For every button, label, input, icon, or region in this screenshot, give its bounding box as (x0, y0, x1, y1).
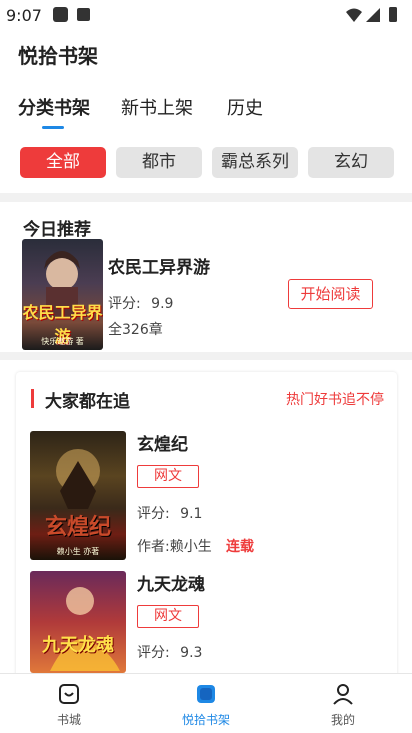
tab-new-books[interactable]: 新书上架 (121, 94, 193, 120)
book-author: 作者:赖小生 (137, 539, 212, 555)
notification-icon (53, 7, 68, 22)
book-status: 连载 (226, 539, 254, 555)
status-indicators (344, 6, 404, 28)
cover-title: 玄煌纪 (44, 515, 111, 540)
recommend-rating: 评分: 9.9 (108, 293, 173, 313)
book-cover-jiutianlonghun[interactable]: 九天龙魂 (30, 571, 126, 673)
section-divider (0, 193, 412, 202)
popular-more-link[interactable]: 热门好书追不停 (286, 389, 384, 409)
recommend-book-title[interactable]: 农民工异界游 (108, 253, 210, 278)
wifi-icon (346, 8, 362, 22)
nav-bookstore[interactable]: 书城 (14, 674, 124, 733)
book-rating: 评分: 9.1 (137, 503, 202, 523)
daily-recommend-title: 今日推荐 (23, 220, 91, 240)
cover-title: 九天龙魂 (42, 635, 114, 656)
nav-bookstore-label: 书城 (56, 713, 81, 727)
book-title[interactable]: 玄煌纪 (137, 430, 188, 455)
nav-profile-label: 我的 (330, 713, 355, 727)
start-reading-button[interactable]: 开始阅读 (288, 279, 373, 309)
nav-bookshelf[interactable]: 悦拾书架 (151, 674, 261, 733)
status-bar: 9:07 (0, 0, 412, 30)
category-chip-ceo[interactable]: 霸总系列 (212, 147, 298, 178)
app-title: 悦拾书架 (18, 44, 98, 68)
popular-title: 大家都在追 (45, 392, 130, 412)
status-time: 9:07 (6, 6, 42, 25)
tab-history[interactable]: 历史 (227, 94, 263, 120)
book-cover-nongmingong[interactable]: 农民工异界游 快乐遨游 著 (22, 239, 103, 350)
book-tag: 网文 (137, 605, 199, 628)
category-chip-fantasy[interactable]: 玄幻 (308, 147, 394, 178)
book-rating: 评分: 9.3 (137, 642, 202, 662)
bookstore-icon (57, 682, 81, 710)
book-tag: 网文 (137, 465, 199, 488)
cover-author: 赖小生 亦著 (56, 547, 100, 556)
section-accent-bar (31, 389, 34, 408)
recommend-chapters: 全326章 (108, 322, 163, 338)
book-cover-xuanhuangji[interactable]: 玄煌纪 赖小生 亦著 (30, 431, 126, 560)
rating-value: 9.9 (151, 296, 174, 312)
battery-icon (389, 7, 397, 22)
bookshelf-icon (194, 682, 218, 710)
cellular-icon (366, 8, 380, 22)
tab-active-indicator (42, 126, 64, 129)
profile-icon (331, 682, 355, 710)
category-chip-urban[interactable]: 都市 (116, 147, 202, 178)
rating-label: 评分: (137, 506, 170, 522)
rating-label: 评分: (137, 645, 170, 661)
cover-author: 快乐遨游 著 (41, 337, 84, 346)
rating-label: 评分: (108, 296, 141, 312)
nav-bookshelf-label: 悦拾书架 (181, 713, 230, 727)
rating-value: 9.3 (180, 645, 203, 661)
rating-value: 9.1 (180, 506, 203, 522)
notification-a-icon (77, 8, 90, 21)
book-title[interactable]: 九天龙魂 (137, 570, 205, 595)
section-divider (0, 352, 412, 360)
nav-profile[interactable]: 我的 (288, 674, 398, 733)
category-chip-all[interactable]: 全部 (20, 147, 106, 178)
tab-category-shelf[interactable]: 分类书架 (18, 94, 90, 120)
bottom-navigation: 书城 悦拾书架 我的 (0, 673, 412, 732)
